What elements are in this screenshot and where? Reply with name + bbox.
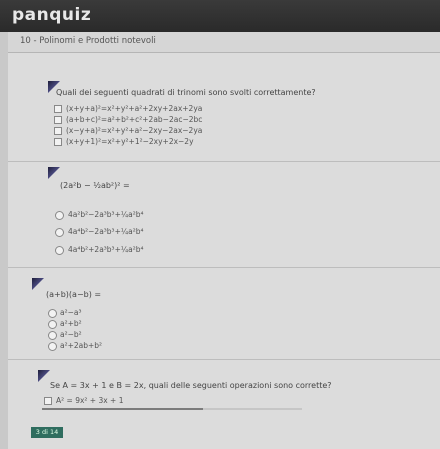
q1-option-4-label: (x+y+1)²=x²+y²+1²−2xy+2x−2y <box>66 137 194 146</box>
progress-bar <box>42 408 302 410</box>
separator <box>8 161 440 162</box>
q1-option-1-label: (x+y+a)²=x²+y²+a²+2xy+2ax+2ya <box>66 104 203 113</box>
breadcrumb: 10 - Polinomi e Prodotti notevoli <box>20 36 156 46</box>
q1-option-3-label: (x−y+a)²=x²+y²+a²−2xy−2ax−2ya <box>66 126 203 135</box>
separator <box>8 359 440 360</box>
question-1-text: Quali dei seguenti quadrati di trinomi s… <box>56 88 316 97</box>
checkbox-q1-opt3[interactable] <box>54 127 62 135</box>
question-4-text: Se A = 3x + 1 e B = 2x, quali delle segu… <box>50 381 332 390</box>
question-3-text: (a+b)(a−b) = <box>46 290 102 299</box>
q3-option-1-label: a²−a³ <box>60 308 82 317</box>
checkbox-q1-opt2[interactable] <box>54 116 62 124</box>
q2-option-3-label: 4a⁴b²+2a³b³+¼a²b⁴ <box>68 245 144 254</box>
checkbox-q1-opt1[interactable] <box>54 105 62 113</box>
progress-fill <box>42 408 204 410</box>
q3-option-4-label: a²+2ab+b² <box>60 341 103 350</box>
q2-option-1-label: 4a²b²−2a³b³+¼a²b⁴ <box>68 210 144 219</box>
app-logo-text: panquiz <box>12 5 92 25</box>
separator <box>8 267 440 268</box>
radio-q3-opt4[interactable] <box>48 342 57 351</box>
quiz-content: Quali dei seguenti quadrati di trinomi s… <box>8 53 440 449</box>
radio-q3-opt2[interactable] <box>48 320 57 329</box>
radio-q2-opt1[interactable] <box>55 211 64 220</box>
question-counter-chip[interactable]: 3 di 14 <box>31 427 63 438</box>
q3-option-2-label: a²+b² <box>60 319 82 328</box>
breadcrumb-bar: 10 - Polinomi e Prodotti notevoli <box>8 32 440 53</box>
radio-q2-opt3[interactable] <box>55 246 64 255</box>
q3-option-3-label: a²−b² <box>60 330 82 339</box>
checkbox-q1-opt4[interactable] <box>54 138 62 146</box>
question-2-text: (2a²b − ½ab²)² = <box>60 181 130 190</box>
radio-q3-opt1[interactable] <box>48 309 57 318</box>
top-bar: panquiz <box>0 0 440 32</box>
q4-option-1-label: A² = 9x² + 3x + 1 <box>56 396 124 405</box>
q2-option-2-label: 4a⁴b²−2a³b³+¼a²b⁴ <box>68 227 144 236</box>
q1-option-2-label: (a+b+c)²=a²+b²+c²+2ab−2ac−2bc <box>66 115 203 124</box>
radio-q2-opt2[interactable] <box>55 228 64 237</box>
radio-q3-opt3[interactable] <box>48 331 57 340</box>
checkbox-q4-opt1[interactable] <box>44 397 52 405</box>
